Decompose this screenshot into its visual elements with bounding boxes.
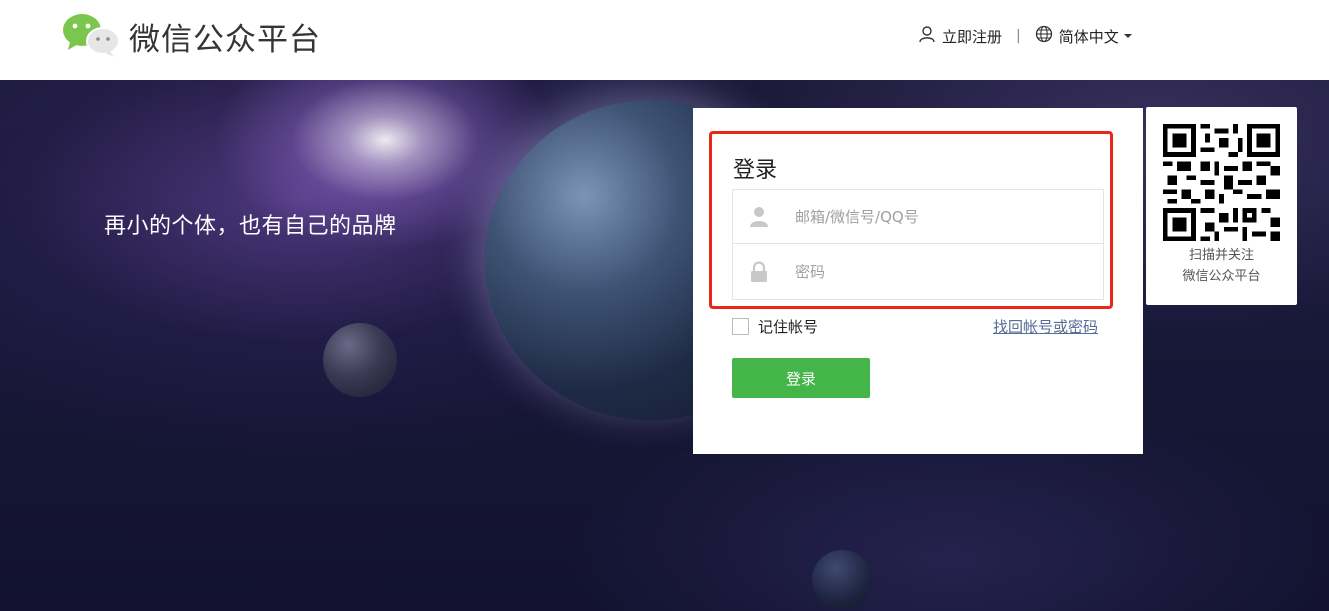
remember-label: 记住帐号 — [758, 318, 819, 336]
top-header: 微信公众平台 立即注册 | 简体中文 — [0, 0, 1329, 80]
small-planet-illustration — [812, 550, 872, 610]
qr-caption: 扫描并关注 微信公众平台 — [1146, 245, 1297, 287]
qr-caption-line2: 微信公众平台 — [1182, 269, 1261, 284]
moon-illustration — [323, 323, 397, 397]
user-icon — [918, 25, 942, 47]
language-selector[interactable]: 简体中文 — [1035, 25, 1132, 47]
banner-slogan: 再小的个体，也有自己的品牌 — [104, 214, 397, 239]
chevron-down-icon — [1123, 34, 1132, 38]
forgot-password-link[interactable]: 找回帐号或密码 — [993, 316, 1098, 337]
qr-panel: 扫描并关注 微信公众平台 — [1146, 107, 1297, 305]
remember-checkbox[interactable] — [732, 318, 749, 335]
user-icon — [733, 206, 785, 228]
login-button[interactable]: 登录 — [732, 358, 870, 398]
header-separator: | — [1016, 28, 1021, 44]
account-field[interactable] — [732, 189, 1104, 244]
qr-code-image — [1163, 124, 1280, 241]
remember-account[interactable]: 记住帐号 — [732, 316, 818, 337]
language-label: 简体中文 — [1058, 27, 1119, 46]
password-input[interactable] — [795, 262, 1085, 281]
qr-caption-line1: 扫描并关注 — [1188, 248, 1254, 263]
globe-icon — [1035, 25, 1059, 47]
register-label: 立即注册 — [942, 27, 1003, 46]
login-title: 登录 — [733, 158, 778, 183]
password-field[interactable] — [732, 244, 1104, 300]
account-input[interactable] — [795, 207, 1085, 226]
lock-icon — [733, 260, 785, 283]
wechat-logo[interactable] — [62, 12, 120, 58]
header-links: 立即注册 | 简体中文 — [918, 24, 1132, 48]
register-link[interactable]: 立即注册 — [918, 25, 1002, 47]
brand-title: 微信公众平台 — [129, 22, 321, 58]
